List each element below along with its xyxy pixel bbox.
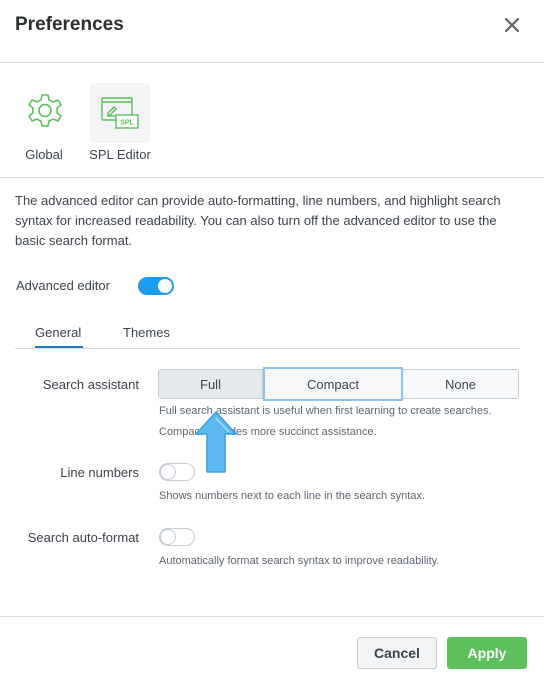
apply-button[interactable]: Apply xyxy=(447,637,527,669)
toggle-knob xyxy=(157,278,173,294)
icon-tab-label: Global xyxy=(25,147,63,162)
search-assistant-segmented-control: Full Compact None xyxy=(158,367,519,401)
line-numbers-label: Line numbers xyxy=(60,465,139,480)
search-auto-format-help: Automatically format search syntax to im… xyxy=(159,555,440,567)
search-assistant-full-button[interactable]: Full xyxy=(159,370,263,398)
search-assistant-none-button[interactable]: None xyxy=(403,370,518,398)
spl-icon-text: SPL xyxy=(120,120,134,127)
divider xyxy=(0,177,544,178)
advanced-editor-label: Advanced editor xyxy=(16,278,110,293)
description-text: The advanced editor can provide auto-for… xyxy=(15,193,501,248)
annotation-up-arrow-icon xyxy=(193,410,239,474)
close-icon[interactable] xyxy=(500,13,524,37)
gear-icon xyxy=(16,83,74,143)
toggle-knob xyxy=(160,529,176,545)
dialog-title: Preferences xyxy=(15,14,124,35)
line-numbers-help: Shows numbers next to each line in the s… xyxy=(159,490,425,502)
spl-editor-icon: SPL xyxy=(90,83,150,143)
tab-general[interactable]: General xyxy=(35,325,81,340)
line-numbers-toggle[interactable] xyxy=(159,463,195,481)
dialog-header: Preferences xyxy=(0,0,544,63)
toggle-knob xyxy=(160,464,176,480)
icon-tab-global[interactable]: Global xyxy=(16,83,72,165)
search-assistant-label: Search assistant xyxy=(42,377,139,392)
footer-divider xyxy=(0,616,544,617)
tab-themes[interactable]: Themes xyxy=(123,325,170,340)
search-auto-format-label: Search auto-format xyxy=(27,530,139,545)
advanced-editor-toggle[interactable] xyxy=(138,277,174,295)
search-assistant-compact-button[interactable]: Compact xyxy=(263,367,403,401)
icon-tab-label: SPL Editor xyxy=(89,147,151,162)
search-assistant-help-line2: Compact provides more succinct assistanc… xyxy=(159,426,377,438)
tabs-divider xyxy=(15,348,520,349)
search-auto-format-toggle[interactable] xyxy=(159,528,195,546)
cancel-button[interactable]: Cancel xyxy=(357,637,437,669)
icon-tab-spl-editor[interactable]: SPL SPL Editor xyxy=(84,83,156,165)
